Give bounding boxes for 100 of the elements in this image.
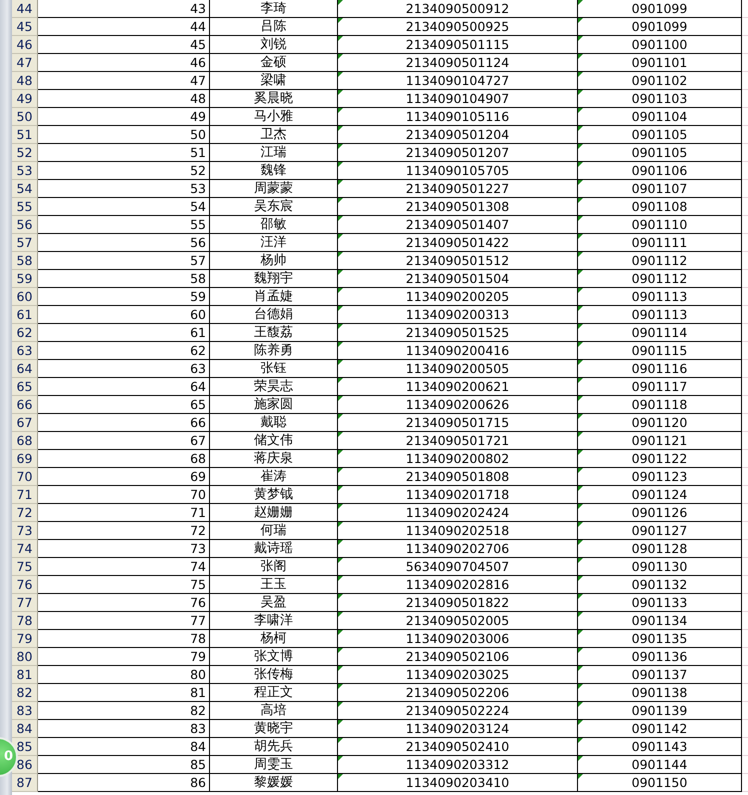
error-indicator-icon	[338, 288, 343, 293]
table-cell: 0901139	[578, 702, 742, 720]
row-header[interactable]: 71	[12, 486, 38, 504]
row-header[interactable]: 60	[12, 288, 38, 306]
row-header[interactable]: 66	[12, 396, 38, 414]
error-indicator-icon	[578, 666, 583, 671]
row-header[interactable]: 44	[12, 0, 38, 18]
row-header[interactable]: 84	[12, 720, 38, 738]
error-indicator-icon	[578, 306, 583, 311]
table-cell: 72	[38, 522, 210, 540]
table-cell: 胡先兵	[210, 738, 338, 756]
error-indicator-icon	[578, 396, 583, 401]
table-cell: 80	[38, 666, 210, 684]
row-header[interactable]: 68	[12, 432, 38, 450]
row-header[interactable]: 61	[12, 306, 38, 324]
error-indicator-icon	[338, 306, 343, 311]
row-header[interactable]: 75	[12, 558, 38, 576]
table-cell: 0901105	[578, 144, 742, 162]
error-indicator-icon	[578, 288, 583, 293]
row-header[interactable]: 73	[12, 522, 38, 540]
table-cell: 李琦	[210, 0, 338, 18]
error-indicator-icon	[338, 72, 343, 77]
table-cell: 2134090501227	[338, 180, 578, 198]
table-cell: 0901142	[578, 720, 742, 738]
row-header[interactable]: 65	[12, 378, 38, 396]
table-cell: 荣昊志	[210, 378, 338, 396]
row-header[interactable]: 58	[12, 252, 38, 270]
table-cell: 0901117	[578, 378, 742, 396]
row-header[interactable]: 81	[12, 666, 38, 684]
row-header[interactable]: 50	[12, 108, 38, 126]
row-header[interactable]: 46	[12, 36, 38, 54]
row-header[interactable]: 56	[12, 216, 38, 234]
error-indicator-icon	[338, 378, 343, 383]
table-cell: 1134090203410	[338, 774, 578, 792]
error-indicator-icon	[338, 36, 343, 41]
table-cell: 0901123	[578, 468, 742, 486]
row-header[interactable]: 67	[12, 414, 38, 432]
error-indicator-icon	[338, 576, 343, 581]
row-header[interactable]: 54	[12, 180, 38, 198]
row-header[interactable]: 79	[12, 630, 38, 648]
table-cell: 56	[38, 234, 210, 252]
row-header[interactable]: 59	[12, 270, 38, 288]
row-header[interactable]: 62	[12, 324, 38, 342]
table-cell: 肖孟婕	[210, 288, 338, 306]
table-cell: 张文博	[210, 648, 338, 666]
table-cell: 69	[38, 468, 210, 486]
row-header[interactable]: 82	[12, 684, 38, 702]
table-cell: 卫杰	[210, 126, 338, 144]
table-cell: 0901106	[578, 162, 742, 180]
table-cell: 1134090203124	[338, 720, 578, 738]
table-cell: 0901107	[578, 180, 742, 198]
table-cell: 57	[38, 252, 210, 270]
table-cell: 1134090105116	[338, 108, 578, 126]
row-header[interactable]: 53	[12, 162, 38, 180]
table-cell: 48	[38, 90, 210, 108]
row-header[interactable]: 76	[12, 576, 38, 594]
error-indicator-icon	[578, 378, 583, 383]
table-cell: 82	[38, 702, 210, 720]
table-cell: 61	[38, 324, 210, 342]
row-header[interactable]: 80	[12, 648, 38, 666]
row-header[interactable]: 87	[12, 774, 38, 792]
table-cell: 1134090200416	[338, 342, 578, 360]
table-cell: 2134090502005	[338, 612, 578, 630]
row-header[interactable]: 52	[12, 144, 38, 162]
error-indicator-icon	[578, 450, 583, 455]
row-header[interactable]: 48	[12, 72, 38, 90]
table-cell: 1134090200313	[338, 306, 578, 324]
row-header[interactable]: 69	[12, 450, 38, 468]
error-indicator-icon	[578, 180, 583, 185]
error-indicator-icon	[578, 126, 583, 131]
table-cell: 53	[38, 180, 210, 198]
table-cell: 奚晨晓	[210, 90, 338, 108]
error-indicator-icon	[338, 180, 343, 185]
table-cell: 2134090501504	[338, 270, 578, 288]
row-header[interactable]: 45	[12, 18, 38, 36]
row-header[interactable]: 57	[12, 234, 38, 252]
error-indicator-icon	[578, 702, 583, 707]
table-cell: 74	[38, 558, 210, 576]
row-header[interactable]: 77	[12, 594, 38, 612]
row-header[interactable]: 72	[12, 504, 38, 522]
row-header[interactable]: 74	[12, 540, 38, 558]
row-header[interactable]: 55	[12, 198, 38, 216]
error-indicator-icon	[338, 324, 343, 329]
table-cell: 王玉	[210, 576, 338, 594]
table-cell: 0901133	[578, 594, 742, 612]
row-header[interactable]: 63	[12, 342, 38, 360]
row-header[interactable]: 83	[12, 702, 38, 720]
row-header[interactable]: 85	[12, 738, 38, 756]
row-header[interactable]: 49	[12, 90, 38, 108]
row-header[interactable]: 51	[12, 126, 38, 144]
row-header[interactable]: 64	[12, 360, 38, 378]
row-header[interactable]: 70	[12, 468, 38, 486]
table-cell: 79	[38, 648, 210, 666]
error-indicator-icon	[578, 774, 583, 779]
error-indicator-icon	[578, 558, 583, 563]
row-header[interactable]: 47	[12, 54, 38, 72]
error-indicator-icon	[338, 720, 343, 725]
table-cell: 吴东宸	[210, 198, 338, 216]
table-cell: 73	[38, 540, 210, 558]
row-header[interactable]: 78	[12, 612, 38, 630]
